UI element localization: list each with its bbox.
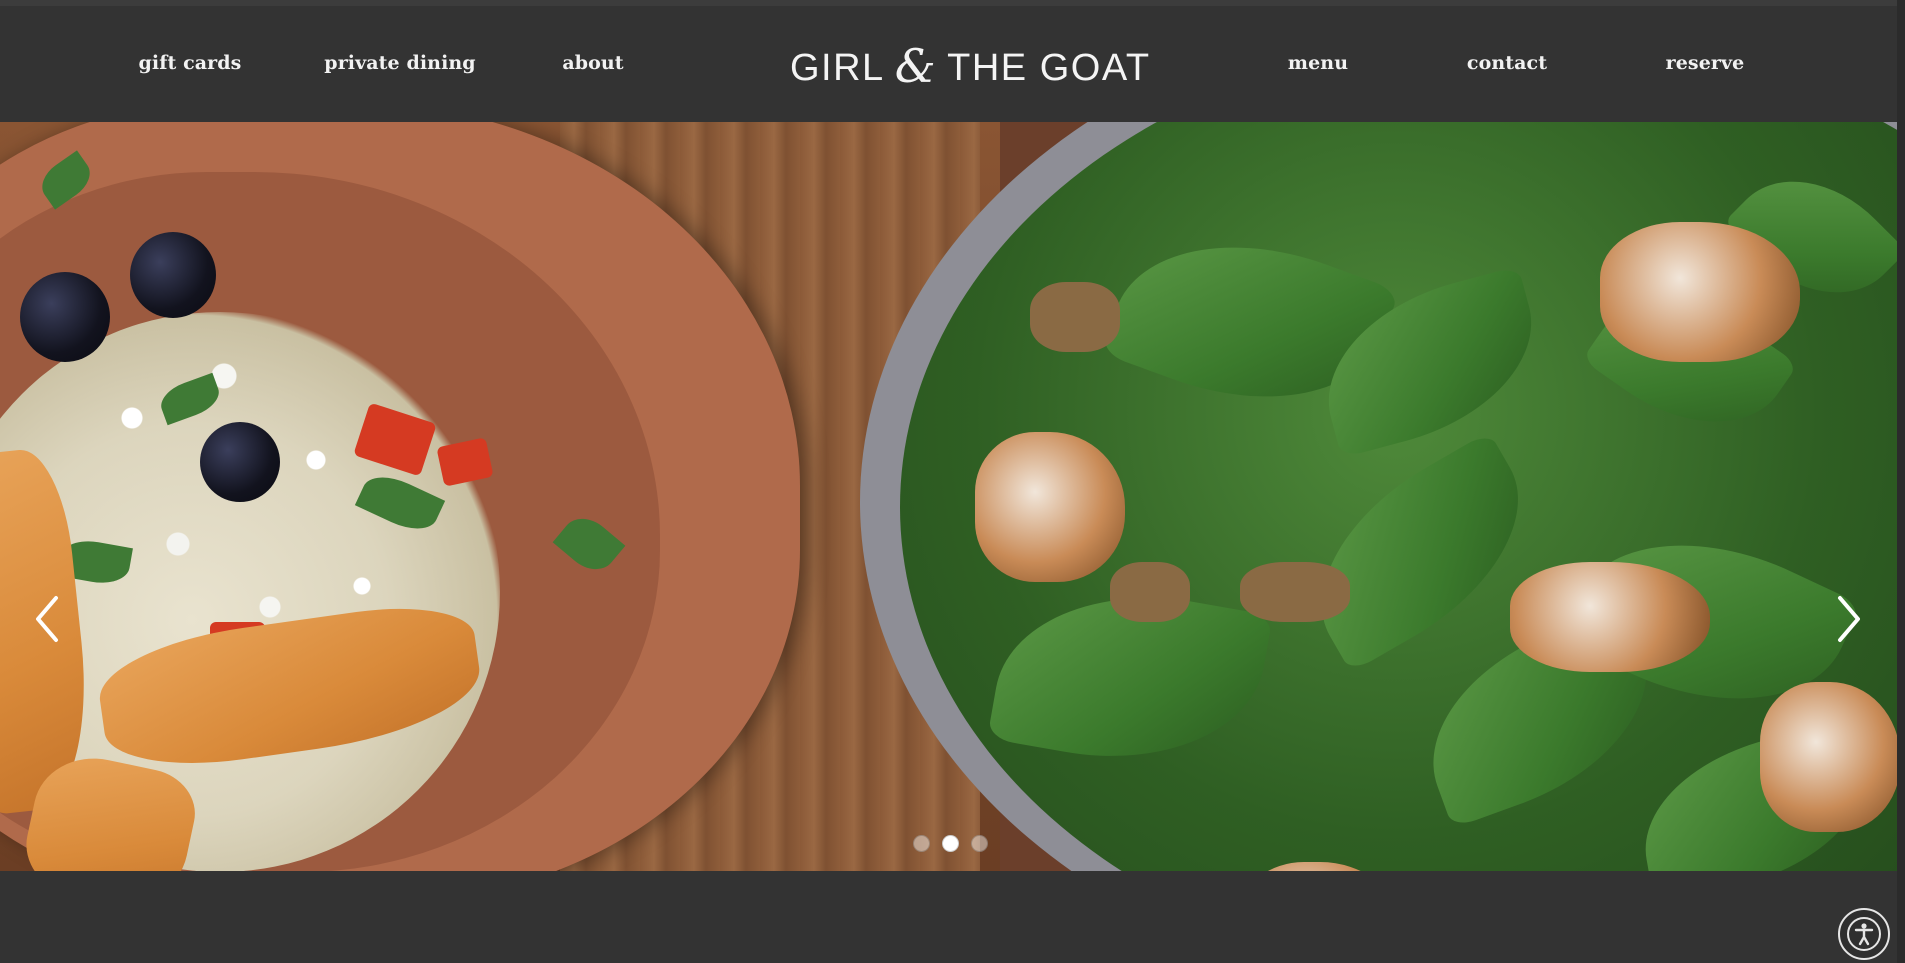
chicken-piece <box>1760 682 1897 832</box>
olive <box>130 232 216 318</box>
nav-private-dining[interactable]: private dining <box>324 52 475 74</box>
logo-ampersand: & <box>894 39 938 93</box>
chicken-piece <box>975 432 1125 582</box>
site-header: gift cards private dining about GIRL & T… <box>0 6 1897 122</box>
nav-contact[interactable]: contact <box>1467 52 1547 74</box>
nav-reserve[interactable]: reserve <box>1666 52 1745 74</box>
carousel-dot-2[interactable] <box>942 834 959 852</box>
chevron-left-icon <box>36 596 58 642</box>
chicken-piece <box>1600 222 1800 362</box>
site-logo[interactable]: GIRL & THE GOAT <box>790 39 1151 94</box>
logo-part2: THE GOAT <box>947 46 1151 89</box>
accessibility-icon <box>1847 917 1881 951</box>
carousel-dot-3[interactable] <box>971 834 988 852</box>
nav-gift-cards[interactable]: gift cards <box>139 52 242 74</box>
walnut <box>1240 562 1350 622</box>
olive <box>20 272 110 362</box>
nav-menu[interactable]: menu <box>1288 52 1348 74</box>
walnut <box>1030 282 1120 352</box>
walnut <box>1110 562 1190 622</box>
nav-about[interactable]: about <box>562 52 623 74</box>
olive <box>200 422 280 502</box>
carousel-dot-1[interactable] <box>913 834 930 852</box>
carousel-prev-button[interactable] <box>30 592 64 646</box>
carousel-next-button[interactable] <box>1832 592 1866 646</box>
logo-part1: GIRL <box>790 46 885 89</box>
page-scrollbar[interactable] <box>1897 0 1905 963</box>
chicken-piece <box>1510 562 1710 672</box>
chevron-right-icon <box>1838 596 1860 642</box>
accessibility-button[interactable] <box>1838 908 1890 960</box>
hero-carousel <box>0 122 1897 871</box>
carousel-dots <box>913 834 988 852</box>
